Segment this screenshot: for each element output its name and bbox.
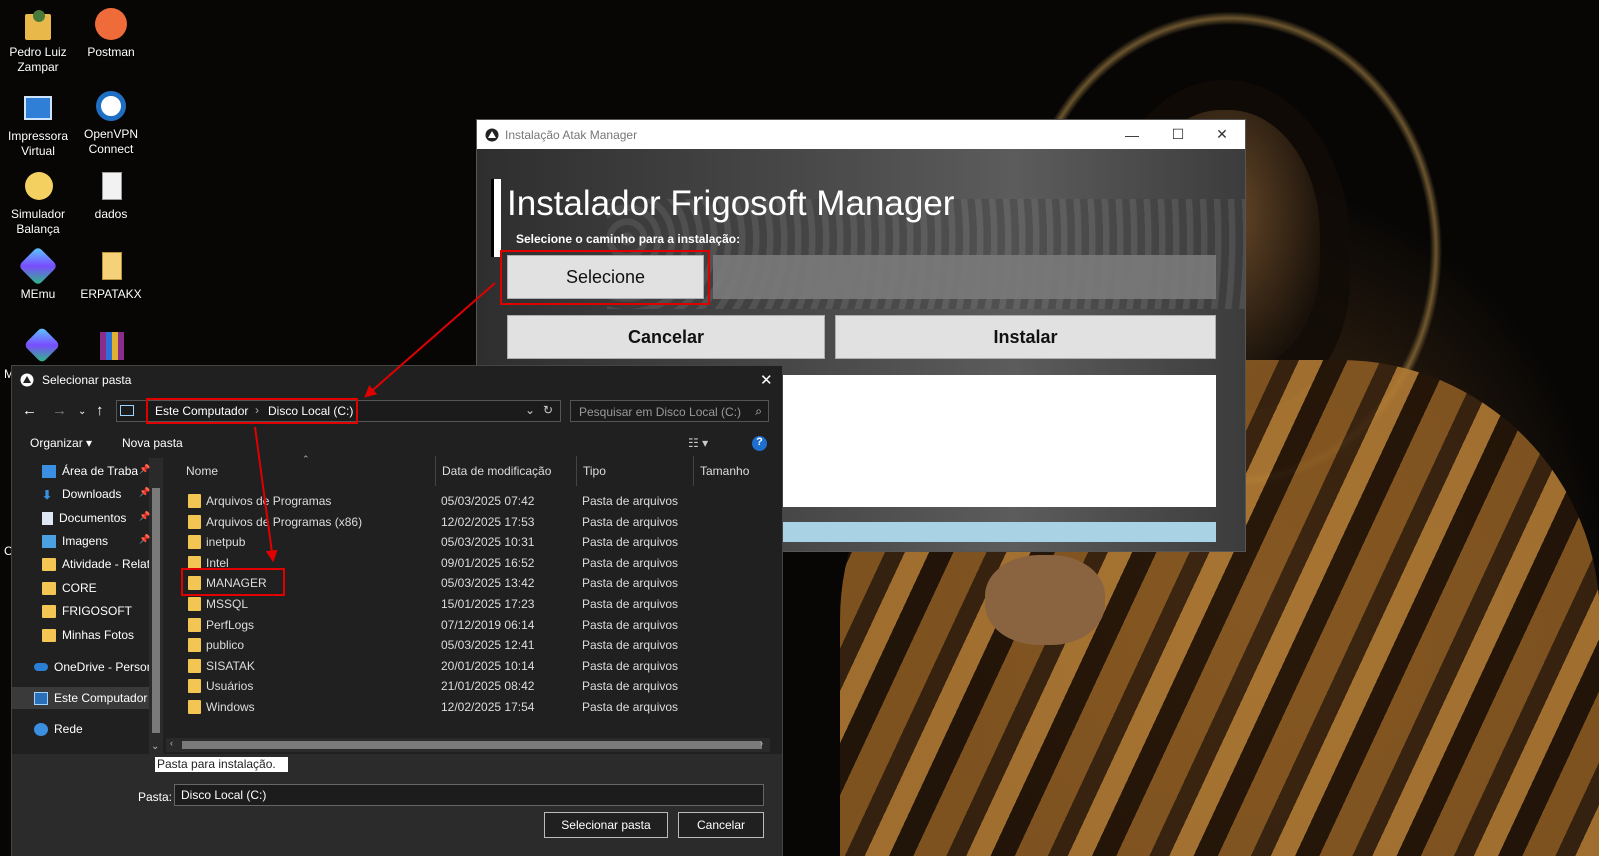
arrow-to-address <box>364 282 496 398</box>
annotation-arrows <box>254 282 496 563</box>
arrow-to-manager <box>254 426 278 563</box>
